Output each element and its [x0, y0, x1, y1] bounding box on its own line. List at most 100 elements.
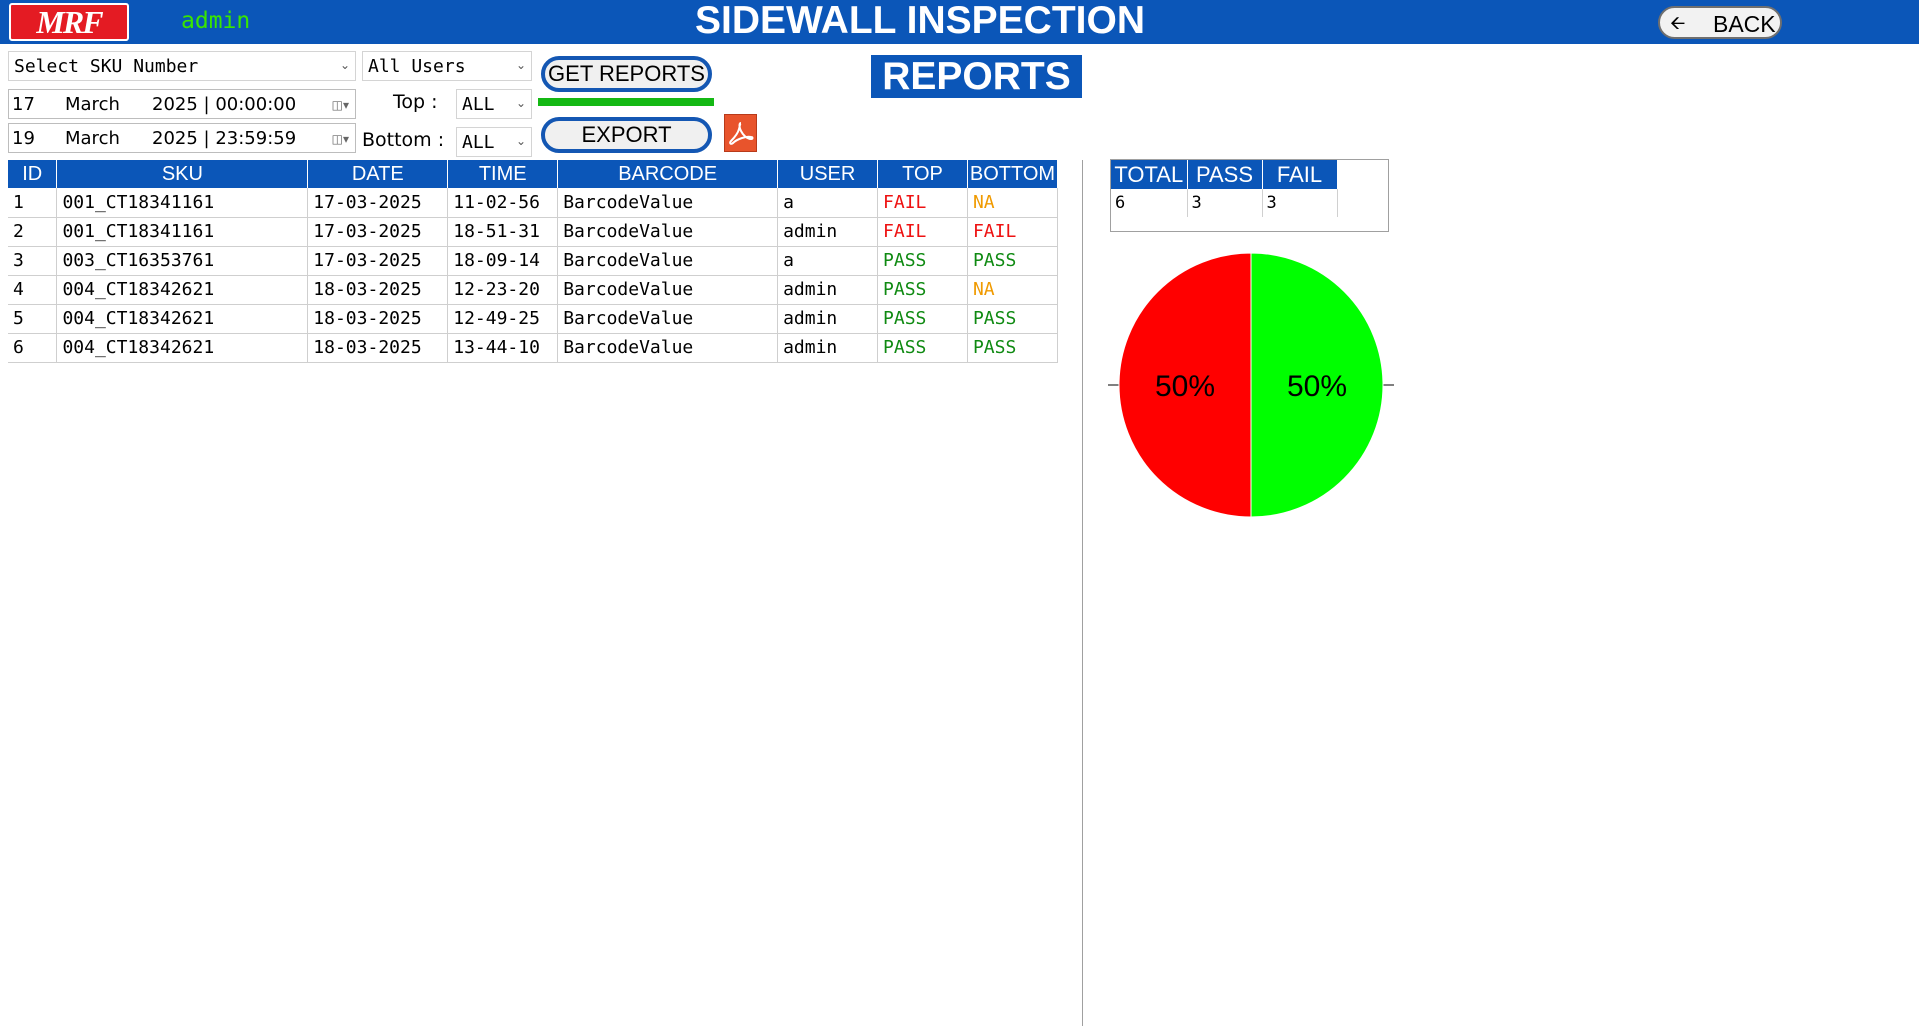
cell-bottom: PASS [967, 304, 1059, 334]
cell-time: 18-51-31 [447, 217, 559, 247]
cell-top: PASS [877, 246, 968, 276]
cell-user: admin [777, 275, 879, 305]
mrf-logo: MRF [9, 3, 129, 41]
pdf-icon[interactable] [724, 114, 757, 152]
cell-barcode: BarcodeValue [557, 188, 779, 218]
cell-barcode: BarcodeValue [557, 217, 779, 247]
table-row[interactable]: 6 004_CT18342621 18-03-2025 13-44-10 Barcode… [8, 333, 1059, 363]
table-header-row: ID SKU DATE TIME BARCODE USER TOP BOTTOM [8, 160, 1059, 188]
users-select[interactable]: All Users ⌄ [362, 51, 532, 81]
cell-id: 3 [8, 246, 58, 276]
cell-id: 5 [8, 304, 58, 334]
cell-date: 18-03-2025 [307, 275, 449, 305]
cell-sku: 001_CT18341161 [56, 217, 309, 247]
cell-top: PASS [877, 333, 968, 363]
cell-top: FAIL [877, 188, 968, 218]
from-date-picker[interactable]: 17 March 2025 | 00:00:00 ◫▾ [8, 89, 356, 119]
summary-values-row: 633 [1111, 189, 1338, 217]
page-title: REPORTS [871, 55, 1082, 98]
pass-fail-pie-chart: 50% 50% [1108, 252, 1394, 518]
cell-barcode: BarcodeValue [557, 304, 779, 334]
chevron-down-icon: ⌄ [515, 58, 526, 72]
summary-panel: TOTAL PASS FAIL 633 [1110, 159, 1389, 232]
summary-table: TOTAL PASS FAIL 633 [1111, 160, 1338, 217]
calendar-dropdown-icon[interactable]: ◫▾ [332, 98, 349, 112]
cell-user: a [777, 246, 879, 276]
pie-label-fail: 50% [1155, 370, 1215, 403]
bottom-filter-select[interactable]: ALL ⌄ [456, 127, 532, 157]
calendar-dropdown-icon[interactable]: ◫▾ [332, 132, 349, 146]
summary-value-total: 6 [1111, 189, 1188, 217]
top-filter-select[interactable]: ALL ⌄ [456, 89, 532, 119]
chevron-down-icon: ⌄ [339, 58, 350, 72]
left-arrow-icon: 🡨 [1670, 12, 1686, 34]
cell-top: PASS [877, 304, 968, 334]
cell-user: admin [777, 217, 879, 247]
app-title: SIDEWALL INSPECTION [695, 0, 1145, 42]
column-header-date[interactable]: DATE [307, 160, 449, 188]
summary-value-pass: 3 [1187, 189, 1263, 217]
from-date-month: March [65, 94, 120, 115]
cell-id: 2 [8, 217, 58, 247]
table-row[interactable]: 2 001_CT18341161 17-03-2025 18-51-31 Barcode… [8, 217, 1059, 247]
cell-sku: 004_CT18342621 [56, 275, 309, 305]
cell-time: 18-09-14 [447, 246, 559, 276]
cell-sku: 001_CT18341161 [56, 188, 309, 218]
cell-date: 17-03-2025 [307, 188, 449, 218]
chevron-down-icon: ⌄ [515, 134, 526, 148]
column-header-top[interactable]: TOP [877, 160, 968, 188]
cell-date: 18-03-2025 [307, 304, 449, 334]
cell-time: 12-23-20 [447, 275, 559, 305]
to-date-day: 19 [12, 128, 35, 149]
cell-top: PASS [877, 275, 968, 305]
get-reports-button[interactable]: GET REPORTS [541, 56, 712, 92]
cell-sku: 004_CT18342621 [56, 333, 309, 363]
cell-user: admin [777, 304, 879, 334]
column-header-bottom[interactable]: BOTTOM [967, 160, 1059, 188]
cell-barcode: BarcodeValue [557, 333, 779, 363]
back-button[interactable]: 🡨 BACK [1658, 6, 1782, 39]
pie-label-pass: 50% [1287, 370, 1347, 403]
bottom-filter-value: ALL [462, 132, 495, 153]
top-filter-value: ALL [462, 94, 495, 115]
table-row[interactable]: 1 001_CT18341161 17-03-2025 11-02-56 Barcode… [8, 188, 1059, 218]
sku-select[interactable]: Select SKU Number ⌄ [8, 51, 356, 81]
chevron-down-icon: ⌄ [515, 96, 526, 110]
back-button-label: BACK [1713, 11, 1776, 37]
cell-id: 6 [8, 333, 58, 363]
summary-header-total: TOTAL [1111, 160, 1188, 189]
summary-header-row: TOTAL PASS FAIL [1111, 160, 1338, 189]
summary-header-pass: PASS [1187, 160, 1263, 189]
table-row[interactable]: 5 004_CT18342621 18-03-2025 12-49-25 Barcode… [8, 304, 1059, 334]
column-header-sku[interactable]: SKU [56, 160, 309, 188]
cell-top: FAIL [877, 217, 968, 247]
cell-bottom: PASS [967, 333, 1059, 363]
column-header-time[interactable]: TIME [447, 160, 559, 188]
column-header-user[interactable]: USER [777, 160, 879, 188]
cell-bottom: NA [967, 188, 1059, 218]
top-filter-label: Top : [393, 91, 438, 113]
cell-bottom: PASS [967, 246, 1059, 276]
cell-date: 18-03-2025 [307, 333, 449, 363]
cell-barcode: BarcodeValue [557, 246, 779, 276]
report-table-panel[interactable]: ID SKU DATE TIME BARCODE USER TOP BOTTOM 1 001_C… [8, 160, 1083, 1026]
cell-barcode: BarcodeValue [557, 275, 779, 305]
cell-time: 11-02-56 [447, 188, 559, 218]
to-date-year-time: 2025 | 23:59:59 [152, 128, 297, 149]
bottom-filter-label: Bottom : [362, 129, 445, 151]
table-row[interactable]: 3 003_CT16353761 17-03-2025 18-09-14 Barcode… [8, 246, 1059, 276]
to-date-picker[interactable]: 19 March 2025 | 23:59:59 ◫▾ [8, 123, 356, 153]
app-header: MRF admin SIDEWALL INSPECTION 🡨 BACK [0, 0, 1919, 44]
table-row[interactable]: 4 004_CT18342621 18-03-2025 12-23-20 Barcode… [8, 275, 1059, 305]
cell-date: 17-03-2025 [307, 217, 449, 247]
progress-bar [538, 98, 714, 106]
cell-sku: 004_CT18342621 [56, 304, 309, 334]
column-header-barcode[interactable]: BARCODE [557, 160, 779, 188]
to-date-month: March [65, 128, 120, 149]
cell-sku: 003_CT16353761 [56, 246, 309, 276]
export-button[interactable]: EXPORT [541, 117, 712, 153]
column-header-id[interactable]: ID [8, 160, 58, 188]
cell-bottom: NA [967, 275, 1059, 305]
cell-time: 13-44-10 [447, 333, 559, 363]
summary-value-fail: 3 [1262, 189, 1338, 217]
